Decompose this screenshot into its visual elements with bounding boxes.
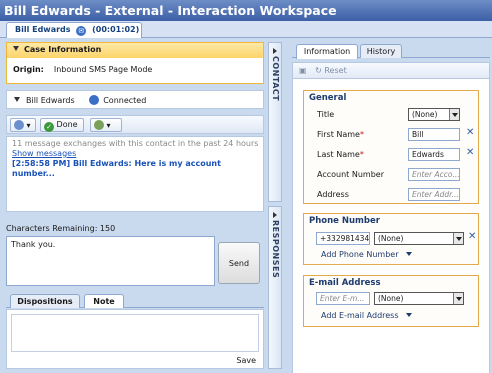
add-email-address-label: Add E-mail Address: [321, 311, 399, 320]
email-type-value: (None): [378, 294, 404, 303]
note-panel: Save: [6, 309, 264, 369]
account-number-label: Account Number: [317, 170, 384, 179]
dropdown-arrow-icon: [405, 252, 412, 256]
party-status-icon: [89, 95, 100, 105]
bottom-tab-strip: Dispositions Note: [6, 293, 264, 308]
phone-type-select[interactable]: (None): [374, 232, 464, 245]
reset-icon[interactable]: ↻: [315, 66, 322, 75]
add-phone-number-button[interactable]: Add Phone Number: [321, 250, 412, 259]
window-title: Bill Edwards - External - Interaction Wo…: [0, 0, 492, 21]
party-action-button[interactable]: ▾: [10, 118, 36, 132]
chat-transcript[interactable]: 11 message exchanges with this contact i…: [6, 136, 264, 212]
show-messages-link[interactable]: Show messages: [12, 149, 263, 159]
address-field[interactable]: Enter Addr...: [408, 188, 460, 201]
characters-remaining: Characters Remaining: 150: [6, 224, 116, 233]
consult-icon: [94, 120, 104, 130]
phone-number-field[interactable]: +332981434: [316, 232, 370, 245]
phone-type-value: (None): [378, 234, 404, 243]
address-label: Address: [317, 190, 349, 199]
note-input[interactable]: [11, 314, 259, 352]
interaction-toolbar: ▾ ✓ Done ▾: [6, 115, 264, 134]
party-action-icon: [14, 120, 24, 130]
email-address-header: E-mail Address: [309, 278, 381, 288]
title-select[interactable]: (None): [408, 108, 460, 121]
done-check-icon: ✓: [44, 122, 54, 132]
clear-last-name-icon[interactable]: ✕: [466, 147, 474, 158]
collapse-triangle-icon: [13, 46, 19, 51]
interaction-tab-name: Bill Edwards: [15, 25, 71, 34]
email-type-select[interactable]: (None): [374, 292, 464, 305]
add-phone-number-label: Add Phone Number: [321, 250, 399, 259]
last-name-field[interactable]: Edwards: [408, 148, 460, 161]
dropdown-arrow-icon: [453, 293, 463, 304]
dropdown-arrow-icon: [453, 233, 463, 244]
responses-panel-toggle[interactable]: RESPONSES: [268, 206, 282, 369]
title-select-value: (None): [412, 110, 438, 119]
party-row[interactable]: Bill Edwards Connected: [6, 90, 264, 109]
contact-tab-strip: Information History: [292, 43, 490, 59]
contact-rail-label: CONTACT: [271, 56, 280, 102]
dropdown-arrow-icon: [405, 313, 412, 317]
transcript-message: [2:58:58 PM] Bill Edwards: Here is my ac…: [12, 159, 221, 178]
tab-history[interactable]: History: [360, 44, 402, 58]
title-label: Title: [317, 110, 335, 119]
last-name-label: Last Name*: [317, 150, 364, 159]
origin-label: Origin:: [13, 65, 44, 74]
phone-number-header: Phone Number: [309, 216, 380, 226]
clear-first-name-icon[interactable]: ✕: [466, 127, 474, 138]
reset-button[interactable]: Reset: [324, 66, 346, 75]
party-name: Bill Edwards: [26, 96, 75, 105]
interaction-status-icon: ✉: [76, 26, 87, 36]
case-information-title: Case Information: [24, 45, 102, 54]
general-group: General Title (None) First Name* Bill ✕ …: [303, 90, 479, 204]
message-input[interactable]: Thank you.: [6, 236, 215, 286]
remove-phone-icon[interactable]: ✕: [468, 231, 476, 242]
save-icon[interactable]: ▣: [299, 66, 307, 75]
responses-rail-label: RESPONSES: [271, 220, 280, 279]
case-information-header[interactable]: Case Information: [7, 43, 263, 58]
first-name-field[interactable]: Bill: [408, 128, 460, 141]
first-name-label: First Name*: [317, 130, 364, 139]
contact-panel-toggle[interactable]: CONTACT: [268, 42, 282, 202]
interaction-tab[interactable]: Bill Edwards ✉ (00:01:02): [6, 22, 142, 38]
tab-dispositions[interactable]: Dispositions: [10, 294, 80, 308]
tab-information[interactable]: Information: [296, 44, 358, 59]
interaction-timer: (00:01:02): [92, 25, 140, 34]
consult-button[interactable]: ▾: [90, 118, 122, 132]
note-save-button[interactable]: Save: [236, 356, 256, 365]
expand-arrow-icon: [273, 48, 277, 54]
email-field[interactable]: Enter E-m...: [316, 292, 370, 305]
origin-value: Inbound SMS Page Mode: [53, 65, 153, 74]
account-number-field[interactable]: Enter Acco...: [408, 168, 460, 181]
tab-note[interactable]: Note: [84, 294, 124, 308]
interaction-tab-strip: Bill Edwards ✉ (00:01:02): [0, 21, 492, 38]
general-header: General: [309, 93, 347, 103]
expand-arrow-icon: [273, 212, 277, 218]
case-information-panel: Case Information Origin: Inbound SMS Page…: [6, 42, 264, 84]
add-email-address-button[interactable]: Add E-mail Address: [321, 311, 412, 320]
phone-number-group: Phone Number +332981434 (None) ✕ Add Pho…: [303, 213, 479, 265]
contact-toolbar: ▣ ↻ Reset: [292, 62, 490, 79]
case-origin-row: Origin: Inbound SMS Page Mode: [7, 58, 263, 74]
email-address-group: E-mail Address Enter E-m... (None) Add E…: [303, 275, 479, 327]
collapse-triangle-icon: [14, 97, 20, 102]
send-button[interactable]: Send: [218, 242, 260, 284]
party-status: Connected: [103, 96, 147, 105]
transcript-summary: 11 message exchanges with this contact i…: [12, 139, 259, 148]
done-label: Done: [56, 120, 78, 129]
contact-information-panel: General Title (None) First Name* Bill ✕ …: [292, 79, 490, 373]
dropdown-arrow-icon: [449, 109, 459, 120]
done-button[interactable]: ✓ Done: [40, 118, 84, 132]
